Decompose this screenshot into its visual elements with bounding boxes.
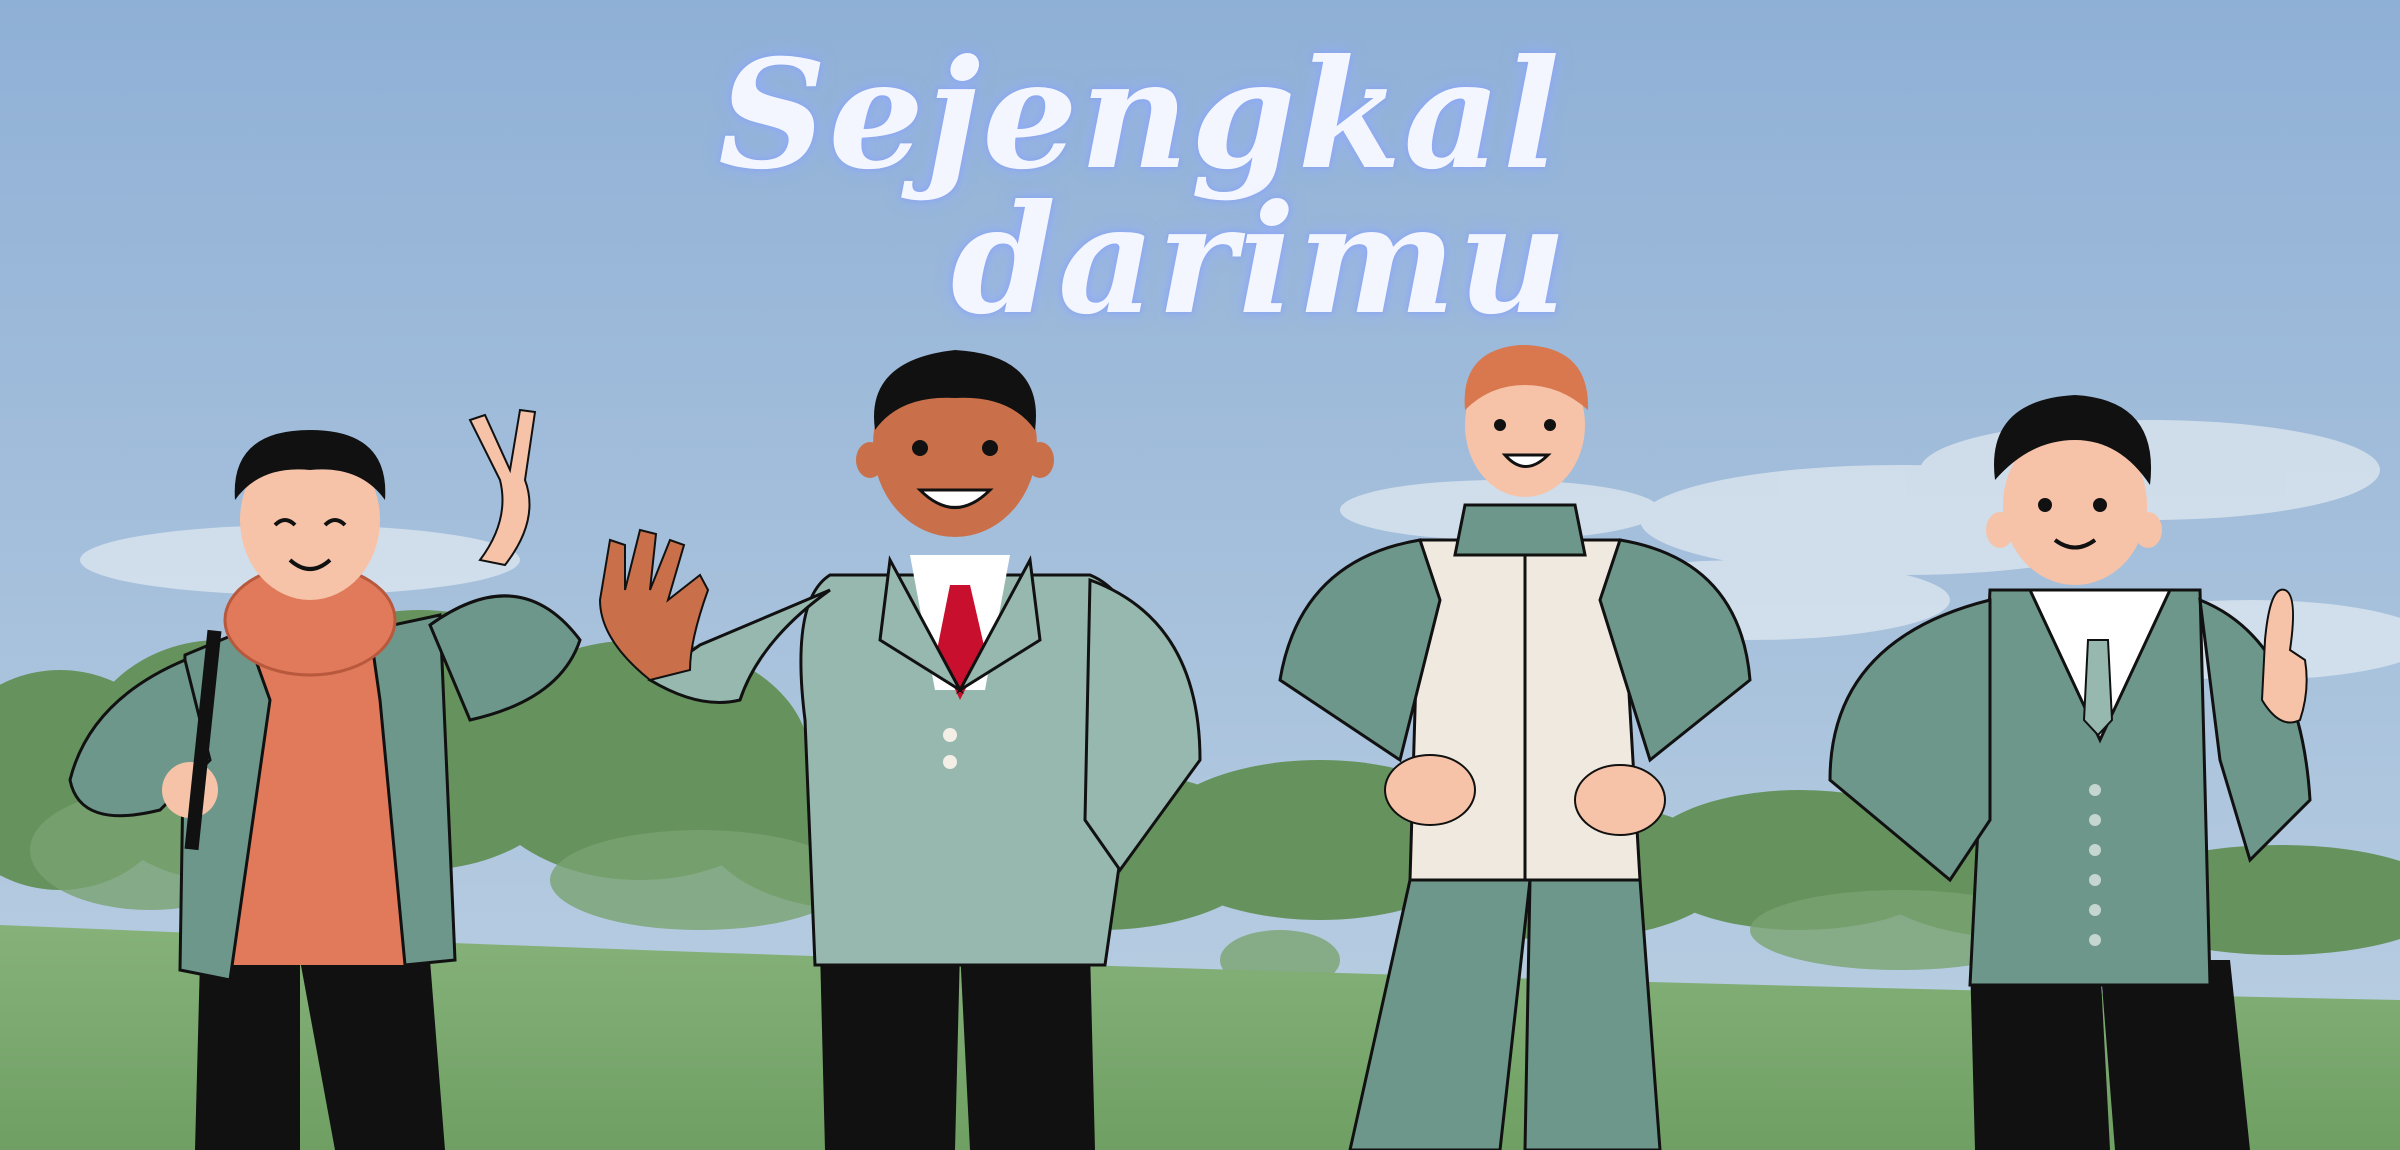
banner-title-line-2: darimu	[951, 172, 1569, 348]
banner-stage: Sejengkal darimu	[0, 0, 2400, 1150]
banner-title-line-1: Sejengkal	[718, 27, 1562, 203]
